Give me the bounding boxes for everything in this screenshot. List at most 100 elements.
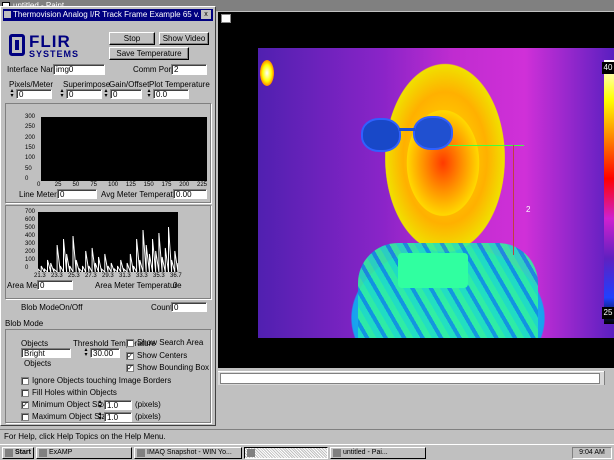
min-size-input[interactable]: 1.0 [104, 400, 132, 410]
max-size-checkbox[interactable] [21, 413, 29, 421]
flir-logo-icon [9, 34, 25, 56]
axis-tick-label: 250 [25, 124, 36, 131]
area-temp-label: Area Meter Temperature [95, 281, 182, 290]
avg-temp-value: 0.00 [173, 189, 207, 199]
axis-tick-label: 50 [25, 165, 32, 172]
histogram-line [38, 226, 178, 272]
flir-logo: FLIR SYSTEMS [9, 32, 99, 62]
temperature-color-scale [604, 60, 614, 324]
dialog-title: Thermovision Analog I/R Track Frame Exam… [13, 10, 200, 19]
axis-tick-label: 29.3 [102, 273, 114, 279]
area-temp-value: 0 [173, 281, 178, 290]
ignore-objects-checkbox[interactable] [21, 377, 29, 385]
show-bounding-box-label: Show Bounding Box [137, 363, 210, 372]
comm-port-input[interactable]: 2 [171, 64, 207, 75]
max-size-unit: (pixels) [135, 412, 161, 421]
blob-mode-toggle[interactable]: On/Off [59, 303, 82, 312]
status-bar: For Help, click Help Topics on the Help … [0, 429, 614, 443]
count-label: Count [151, 303, 173, 312]
axis-tick-label: 50 [72, 182, 80, 188]
show-centers-label: Show Centers [137, 351, 188, 360]
show-bounding-box-checkbox[interactable]: ✓ [126, 364, 134, 372]
blob-mode-label: Blob Mode [21, 303, 60, 312]
glasses-left-lens [361, 118, 401, 152]
scroll-thumb[interactable] [220, 373, 600, 384]
save-temperature-button[interactable]: Save Temperature [109, 47, 189, 60]
axis-tick-label: 200 [25, 249, 36, 255]
stop-button[interactable]: Stop [109, 32, 155, 45]
paint-icon [333, 449, 341, 457]
plot-temp-input[interactable]: 0.0 [153, 89, 189, 99]
dialog-title-bar[interactable]: Thermovision Analog I/R Track Frame Exam… [3, 9, 213, 21]
show-search-area-checkbox[interactable] [126, 339, 134, 347]
horizontal-scrollbar[interactable] [218, 371, 604, 385]
axis-tick-label: 33.3 [136, 273, 148, 279]
gain-offset-input[interactable]: 0 [110, 89, 142, 99]
image-window-icon [221, 14, 231, 23]
axis-tick-label: 200 [25, 134, 36, 141]
histogram-plot[interactable] [38, 212, 178, 272]
show-video-button[interactable]: Show Video [159, 32, 209, 45]
axis-tick-label: 21.3 [34, 273, 46, 279]
spinner-arrows-icon[interactable]: ▴ ▾ [59, 88, 65, 99]
glasses-right-lens [413, 116, 453, 150]
line-meter-plot[interactable] [41, 117, 207, 181]
hot-spot [260, 60, 274, 86]
fill-holes-checkbox[interactable] [21, 389, 29, 397]
min-size-checkbox[interactable]: ✓ [21, 401, 29, 409]
axis-tick-label: 75 [90, 182, 98, 188]
taskbar-item-examp[interactable]: ExAMP [36, 447, 132, 459]
ignore-objects-label: Ignore Objects touching Image Borders [32, 376, 172, 385]
pixels-meter-input[interactable]: 0 [16, 89, 52, 99]
axis-tick-label: 27.3 [85, 273, 97, 279]
clock: 9:04 AM [572, 447, 612, 459]
spinner-arrows-icon[interactable]: ▴ ▾ [97, 399, 103, 410]
axis-tick-label: 500 [25, 225, 36, 231]
area-meter-input[interactable]: 0 [37, 280, 73, 290]
axis-tick-label: 225 [197, 182, 208, 188]
interface-name-input[interactable]: img0 [53, 64, 105, 75]
folder-icon [39, 449, 47, 457]
axis-tick-label: 300 [25, 114, 36, 120]
axis-tick-label: 100 [25, 155, 36, 162]
start-button[interactable]: Start [2, 447, 34, 459]
line-meter-input[interactable]: 0 [57, 189, 97, 199]
axis-tick-label: 700 [25, 209, 36, 215]
spinner-arrows-icon[interactable]: ▴ ▾ [103, 88, 109, 99]
objects-select[interactable]: Bright Objects [21, 348, 71, 368]
taskbar-item-active[interactable] [244, 447, 328, 459]
scale-bottom-label: 25 [602, 307, 614, 319]
superimpose-input[interactable]: 0 [66, 89, 102, 99]
param-label-plot-temp: Plot Temperature [149, 80, 210, 89]
logo-text-systems: SYSTEMS [29, 49, 80, 59]
thermal-image[interactable]: 2 [258, 48, 614, 338]
comm-port-label: Comm Port [133, 65, 174, 74]
taskbar-item-paint[interactable]: untitled - Pai... [330, 447, 426, 459]
windows-logo-icon [5, 449, 13, 457]
spinner-arrows-icon[interactable]: ▴ ▾ [9, 88, 15, 99]
axis-tick-label: 175 [161, 182, 172, 188]
spinner-arrows-icon[interactable]: ▴ ▾ [146, 88, 152, 99]
param-label-superimpose: Superimpose [63, 80, 111, 89]
axis-tick-label: 0 [25, 176, 29, 182]
line-meter-label: Line Meter [19, 190, 57, 199]
show-centers-checkbox[interactable]: ✓ [126, 352, 134, 360]
taskbar-item-imaq[interactable]: IMAQ Snapshot - WIN Yo... [134, 447, 242, 459]
axis-tick-label: 150 [143, 182, 154, 188]
measure-marker: 2 [526, 205, 531, 214]
axis-tick-label: 100 [25, 257, 36, 263]
param-label-pixels: Pixels/Meter [9, 80, 54, 89]
threshold-input[interactable]: 30.00 [90, 348, 120, 358]
axis-tick-label: 0 [25, 265, 29, 271]
spinner-arrows-icon[interactable]: ▴ ▾ [83, 347, 89, 358]
axis-tick-label: 0 [37, 182, 41, 188]
dialog-app-icon [4, 11, 11, 18]
spinner-arrows-icon[interactable]: ▴ ▾ [97, 411, 103, 422]
app-icon [137, 449, 145, 457]
max-size-input[interactable]: 1.0 [104, 412, 132, 422]
close-icon[interactable]: x [201, 10, 211, 19]
min-size-unit: (pixels) [135, 400, 161, 409]
axis-tick-label: 25.3 [68, 273, 80, 279]
axis-tick-label: 300 [25, 241, 36, 247]
param-label-gain: Gain/Offset [109, 80, 150, 89]
